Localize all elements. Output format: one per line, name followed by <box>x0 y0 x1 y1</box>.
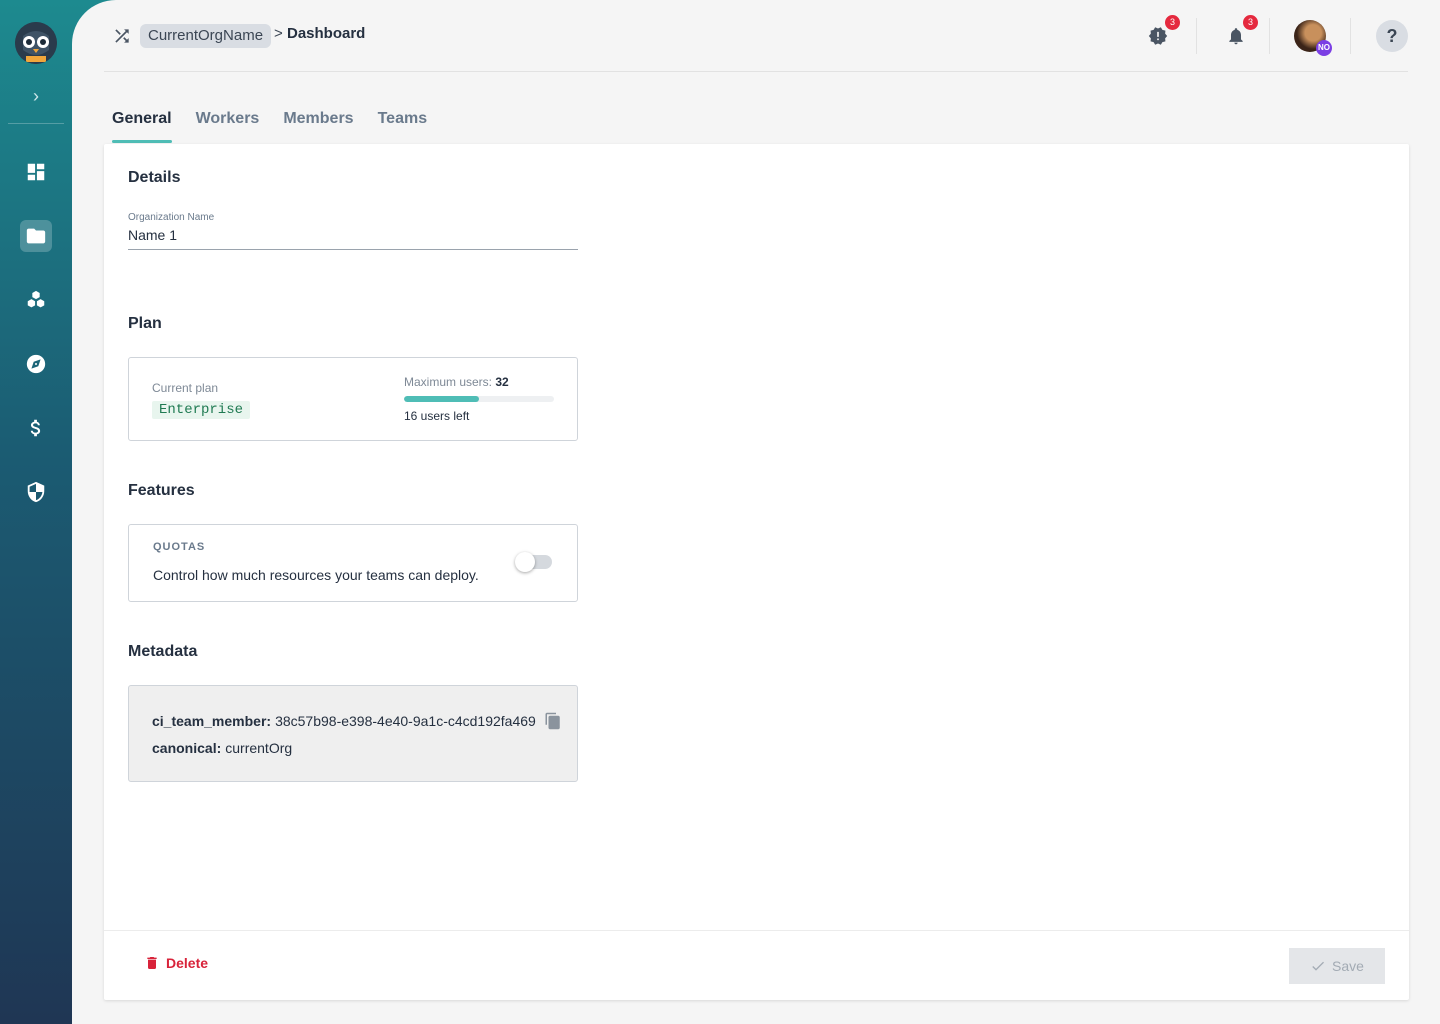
tab-workers[interactable]: Workers <box>196 110 260 143</box>
shuffle-icon <box>115 29 129 43</box>
users-progress-fill <box>404 396 479 402</box>
metadata-heading: Metadata <box>128 643 198 660</box>
notifications-button[interactable]: 3 <box>1222 15 1258 50</box>
save-button[interactable]: Save <box>1289 948 1385 984</box>
help-button[interactable]: ? <box>1376 20 1408 52</box>
user-avatar[interactable]: NO <box>1294 20 1332 56</box>
metadata-value: currentOrg <box>225 740 293 756</box>
tab-bar: General Workers Members Teams <box>112 110 451 143</box>
metadata-value: 38c57b98-e398-4e40-9a1c-c4cd192fa469 <box>275 713 536 729</box>
alert-badge-icon <box>1148 27 1168 45</box>
shield-icon <box>27 481 45 503</box>
sidebar-divider <box>8 123 64 124</box>
alerts-button[interactable]: 3 <box>1144 15 1180 50</box>
current-plan-label: Current plan <box>152 381 219 395</box>
delete-button[interactable]: Delete <box>144 955 208 971</box>
dollar-icon <box>30 419 41 437</box>
quotas-toggle[interactable] <box>515 552 552 572</box>
folder-icon <box>26 228 46 244</box>
owl-logo-icon[interactable] <box>15 22 57 64</box>
sidebar-item-security[interactable] <box>20 476 52 508</box>
topbar-divider <box>1269 18 1270 54</box>
max-users-label: Maximum users: <box>404 375 493 389</box>
trash-icon <box>147 957 157 969</box>
sidebar-item-projects[interactable] <box>20 220 52 252</box>
features-heading: Features <box>128 482 195 499</box>
sidebar-item-components[interactable] <box>20 284 52 316</box>
check-icon <box>1312 961 1325 971</box>
breadcrumb-separator: > <box>274 25 283 42</box>
current-plan-value: Enterprise <box>152 401 251 419</box>
plan-heading: Plan <box>128 315 162 332</box>
sidebar-item-billing[interactable] <box>20 412 52 444</box>
toggle-knob <box>515 552 535 572</box>
quotas-description: Control how much resources your teams ca… <box>153 567 479 583</box>
organization-name-field: Organization Name <box>128 212 578 250</box>
metadata-key: canonical: <box>152 740 222 756</box>
alerts-count-badge: 3 <box>1165 15 1180 30</box>
cubes-icon <box>27 290 45 308</box>
copy-icon[interactable] <box>544 712 562 730</box>
compass-icon <box>26 354 46 374</box>
switch-org-button[interactable] <box>110 24 134 48</box>
metadata-box: ci_team_member: 38c57b98-e398-4e40-9a1c-… <box>128 685 578 782</box>
metadata-key: ci_team_member: <box>152 713 272 729</box>
users-left-text: 16 users left <box>404 409 470 423</box>
metadata-entry: canonical: currentOrg <box>152 740 292 756</box>
general-settings-card: Details Organization Name Plan Current p… <box>104 144 1409 1000</box>
organization-name-label: Organization Name <box>128 212 215 223</box>
sidebar-item-explore[interactable] <box>20 348 52 380</box>
plan-box: Current plan Enterprise Maximum users: 3… <box>128 357 578 441</box>
topbar-divider <box>1196 18 1197 54</box>
topbar-divider <box>1350 18 1351 54</box>
tab-general[interactable]: General <box>112 110 172 143</box>
breadcrumb-org[interactable]: CurrentOrgName <box>140 24 272 48</box>
sidebar-item-dashboard[interactable] <box>20 156 52 188</box>
quotas-title: QUOTAS <box>153 541 206 553</box>
max-users-info: Maximum users: 32 <box>404 375 509 389</box>
details-heading: Details <box>128 169 181 186</box>
organization-name-input[interactable] <box>128 223 578 249</box>
users-progress-bar <box>404 396 554 402</box>
tab-members[interactable]: Members <box>283 110 353 143</box>
delete-label: Delete <box>166 955 209 971</box>
metadata-entry: ci_team_member: 38c57b98-e398-4e40-9a1c-… <box>152 712 562 730</box>
expand-sidebar-icon[interactable]: › <box>24 84 48 108</box>
dashboard-icon <box>27 163 45 181</box>
quotas-feature-box: QUOTAS Control how much resources your t… <box>128 524 578 602</box>
avatar-initials: NO <box>1316 40 1332 56</box>
bell-icon <box>1229 28 1243 45</box>
top-bar: CurrentOrgName > Dashboard 3 3 NO ? <box>104 0 1408 72</box>
tab-teams[interactable]: Teams <box>378 110 428 143</box>
max-users-value: 32 <box>495 375 509 389</box>
breadcrumb-current-page: Dashboard <box>287 25 366 42</box>
main-panel: CurrentOrgName > Dashboard 3 3 NO ? Gene… <box>72 0 1440 1024</box>
sidebar: › <box>0 0 72 1024</box>
save-label: Save <box>1332 958 1364 974</box>
notifications-count-badge: 3 <box>1243 15 1258 30</box>
card-footer: Delete Save <box>104 930 1409 1000</box>
